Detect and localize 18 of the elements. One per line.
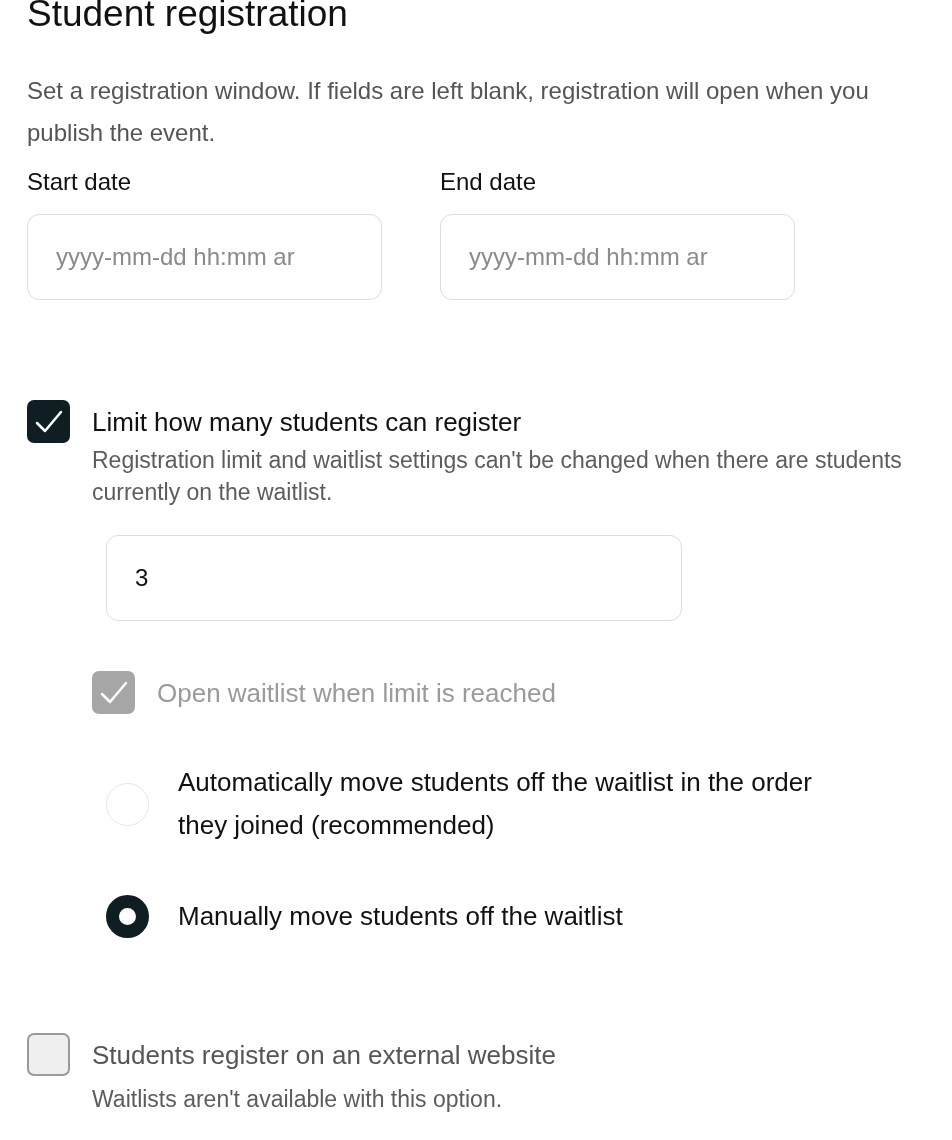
radio-label: Manually move students off the waitlist bbox=[178, 900, 623, 933]
radio-button[interactable] bbox=[106, 895, 149, 938]
radio-label: Automatically move students off the waitlist in the order they joined (recommended) bbox=[178, 766, 813, 842]
checkbox[interactable] bbox=[27, 1033, 70, 1076]
checkbox-label: Students register on an external website bbox=[92, 1039, 556, 1072]
help-text: Registration limit and waitlist settings can't be changed when there are students currently on the waitlist. bbox=[92, 446, 903, 507]
date-input-field[interactable]: yyyy-mm-dd hh:mm ar bbox=[440, 214, 795, 300]
limit-input-field[interactable]: 3 bbox=[106, 535, 682, 621]
checkbox[interactable] bbox=[27, 400, 70, 443]
field-label: End date bbox=[440, 167, 537, 197]
checkbox-label: Open waitlist when limit is reached bbox=[157, 677, 556, 710]
checkmark-icon bbox=[99, 680, 128, 705]
field-label: Start date bbox=[27, 167, 132, 197]
description-text: Set a registration window. If fields are left blank, registration will open when you publish the event. bbox=[27, 76, 870, 148]
date-input-field[interactable]: yyyy-mm-dd hh:mm ar bbox=[27, 214, 382, 300]
checkbox-label: Limit how many students can register bbox=[92, 406, 523, 439]
checkmark-icon bbox=[34, 409, 63, 434]
help-text: Waitlists aren't available with this option. bbox=[92, 1085, 504, 1114]
